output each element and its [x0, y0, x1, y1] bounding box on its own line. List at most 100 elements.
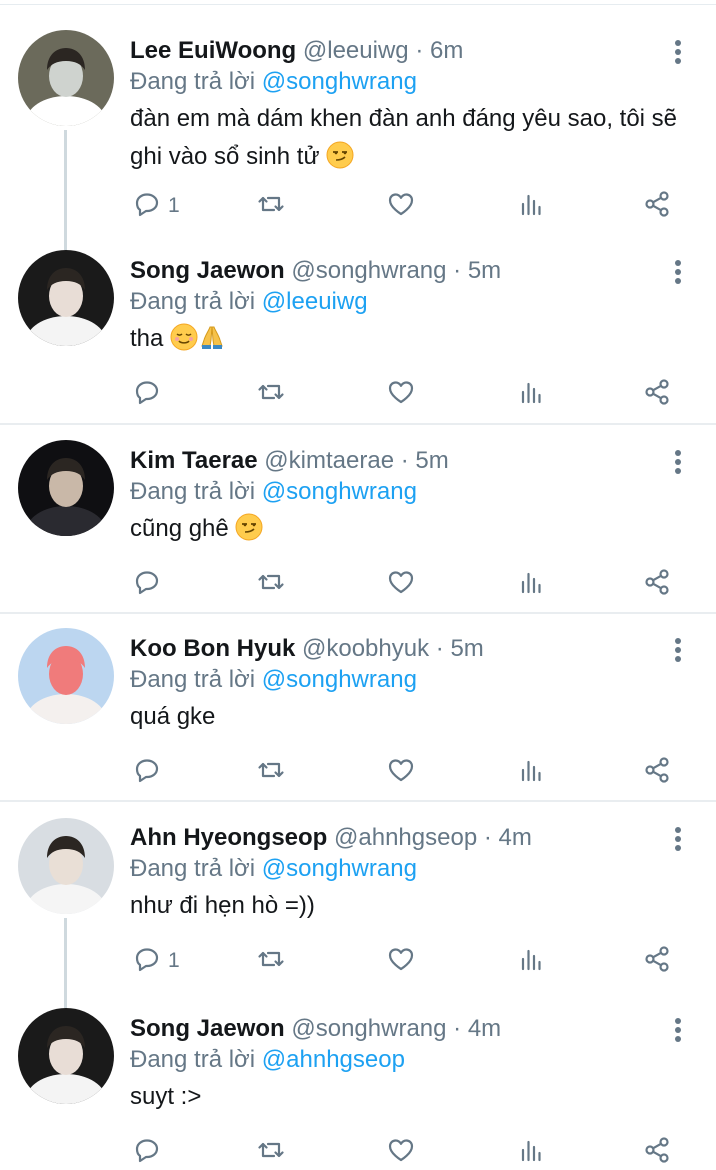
retweet-button[interactable] [256, 1134, 286, 1170]
share-icon [642, 567, 672, 602]
separator-dot: · [483, 824, 492, 851]
like-button[interactable] [386, 188, 416, 224]
display-name[interactable]: Kim Taerae [130, 447, 258, 474]
avatar[interactable] [18, 250, 114, 346]
separator-dot: · [400, 447, 409, 474]
share-icon [642, 755, 672, 790]
display-name[interactable]: Koo Bon Hyuk [130, 635, 295, 662]
user-handle[interactable]: @songhwrang [291, 257, 446, 284]
retweet-icon [256, 377, 286, 412]
reply-mention-link[interactable]: @leeuiwg [262, 288, 368, 315]
avatar[interactable] [18, 628, 114, 724]
tweet-divider [0, 612, 716, 614]
tweet-action-bar [0, 376, 716, 412]
analytics-button[interactable] [516, 1134, 546, 1170]
tweet-action-bar: 1 [0, 188, 716, 224]
heart-icon [386, 1135, 416, 1170]
share-button[interactable] [642, 1134, 672, 1170]
analytics-icon [516, 944, 546, 979]
reply-mention-link[interactable]: @songhwrang [262, 68, 417, 95]
reply-mention-link[interactable]: @ahnhgseop [262, 1046, 405, 1073]
reply-button[interactable] [132, 566, 162, 602]
separator-dot: · [453, 257, 462, 284]
more-vertical-icon[interactable] [668, 825, 688, 855]
display-name[interactable]: Ahn Hyeongseop [130, 824, 327, 851]
retweet-button[interactable] [256, 376, 286, 412]
analytics-icon [516, 567, 546, 602]
retweet-button[interactable] [256, 754, 286, 790]
retweet-button[interactable] [256, 188, 286, 224]
smirk-emoji [326, 141, 354, 170]
replying-to: Đang trả lời @songhwrang [130, 477, 417, 507]
reply-button[interactable] [132, 1134, 162, 1170]
more-vertical-icon[interactable] [668, 1016, 688, 1046]
tweet-text-body: đàn em mà dám khen đàn anh đáng yêu sao,… [130, 105, 678, 170]
like-button[interactable] [386, 566, 416, 602]
share-icon [642, 189, 672, 224]
reply-mention-link[interactable]: @songhwrang [262, 666, 417, 693]
reply-button[interactable]: 1 [132, 943, 180, 979]
tweet-divider [0, 423, 716, 425]
reply-button[interactable]: 1 [132, 188, 180, 224]
share-button[interactable] [642, 188, 672, 224]
retweet-icon [256, 1135, 286, 1170]
share-button[interactable] [642, 566, 672, 602]
replying-to-label: Đang trả lời [130, 288, 256, 315]
retweet-button[interactable] [256, 943, 286, 979]
separator-dot: · [453, 1015, 462, 1042]
avatar[interactable] [18, 1008, 114, 1104]
timestamp[interactable]: 5m [415, 447, 448, 474]
replying-to-label: Đang trả lời [130, 478, 256, 505]
analytics-button[interactable] [516, 188, 546, 224]
timestamp[interactable]: 4m [499, 824, 532, 851]
reply-button[interactable] [132, 754, 162, 790]
retweet-icon [256, 189, 286, 224]
analytics-button[interactable] [516, 376, 546, 412]
display-name[interactable]: Song Jaewon [130, 257, 285, 284]
retweet-icon [256, 567, 286, 602]
user-handle[interactable]: @leeuiwg [303, 37, 409, 64]
timestamp[interactable]: 5m [450, 635, 483, 662]
avatar[interactable] [18, 440, 114, 536]
tweet-header: Song Jaewon @songhwrang · 4m [130, 1014, 501, 1044]
share-button[interactable] [642, 754, 672, 790]
like-button[interactable] [386, 754, 416, 790]
display-name[interactable]: Lee EuiWoong [130, 37, 296, 64]
analytics-button[interactable] [516, 566, 546, 602]
reply-button[interactable] [132, 376, 162, 412]
reply-icon [132, 377, 162, 412]
smirk-emoji [235, 513, 263, 542]
heart-icon [386, 189, 416, 224]
timestamp[interactable]: 4m [468, 1015, 501, 1042]
avatar[interactable] [18, 30, 114, 126]
more-vertical-icon[interactable] [668, 636, 688, 666]
replying-to: Đang trả lời @songhwrang [130, 854, 417, 884]
user-handle[interactable]: @kimtaerae [264, 447, 394, 474]
user-handle[interactable]: @songhwrang [291, 1015, 446, 1042]
like-button[interactable] [386, 1134, 416, 1170]
timestamp[interactable]: 5m [468, 257, 501, 284]
more-vertical-icon[interactable] [668, 38, 688, 68]
heart-icon [386, 567, 416, 602]
tweet-text-body: quá gke [130, 703, 216, 730]
retweet-button[interactable] [256, 566, 286, 602]
more-vertical-icon[interactable] [668, 258, 688, 288]
analytics-button[interactable] [516, 754, 546, 790]
timestamp[interactable]: 6m [430, 37, 463, 64]
replying-to-label: Đang trả lời [130, 666, 256, 693]
share-button[interactable] [642, 376, 672, 412]
reply-mention-link[interactable]: @songhwrang [262, 855, 417, 882]
like-button[interactable] [386, 943, 416, 979]
separator-dot: · [435, 635, 444, 662]
like-button[interactable] [386, 376, 416, 412]
share-button[interactable] [642, 943, 672, 979]
avatar[interactable] [18, 818, 114, 914]
user-handle[interactable]: @koobhyuk [302, 635, 429, 662]
more-vertical-icon[interactable] [668, 448, 688, 478]
reply-mention-link[interactable]: @songhwrang [262, 478, 417, 505]
relieved-emoji [170, 323, 198, 352]
tweet-header: Koo Bon Hyuk @koobhyuk · 5m [130, 634, 484, 664]
analytics-button[interactable] [516, 943, 546, 979]
user-handle[interactable]: @ahnhgseop [334, 824, 477, 851]
display-name[interactable]: Song Jaewon [130, 1015, 285, 1042]
